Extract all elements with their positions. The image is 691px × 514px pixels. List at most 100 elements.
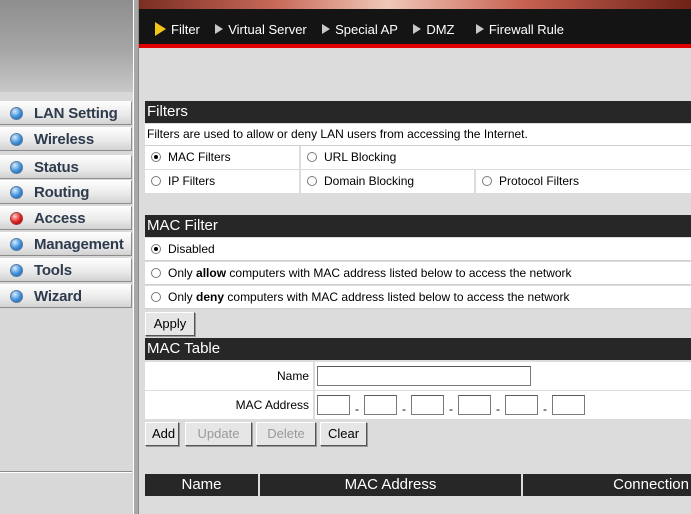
- mac-octet-2-input[interactable]: [364, 395, 397, 415]
- allow-label-suffix: computers with MAC address listed below …: [229, 266, 572, 280]
- domain-blocking-radio[interactable]: [307, 176, 317, 186]
- mac-octet-3-input[interactable]: [411, 395, 444, 415]
- blue-orb-icon: [10, 264, 23, 277]
- mac-filter-section-title: MAC Filter: [145, 215, 691, 237]
- triangle-right-icon: [322, 24, 331, 34]
- sidebar-item-label: Wizard: [34, 288, 82, 305]
- blue-orb-icon: [10, 186, 23, 199]
- allow-radio[interactable]: [151, 268, 161, 278]
- sidebar-header-shade: [0, 0, 139, 92]
- mac-filters-radio[interactable]: [151, 152, 161, 162]
- top-nav-bar: Filter Virtual Server Special AP DMZ Fir…: [139, 0, 691, 48]
- protocol-filters-radio[interactable]: [482, 176, 492, 186]
- deny-label-prefix: Only: [168, 290, 193, 304]
- apply-button[interactable]: Apply: [145, 312, 195, 336]
- mac-octet-4-input[interactable]: [458, 395, 491, 415]
- clear-button[interactable]: Clear: [320, 422, 367, 446]
- sidebar: LAN Setting Wireless Status Routing Acce…: [0, 0, 139, 514]
- mac-address-label: MAC Address: [145, 391, 313, 419]
- triangle-right-icon: [413, 24, 422, 34]
- mac-separator: -: [449, 402, 453, 416]
- protocol-filters-label: Protocol Filters: [499, 174, 580, 188]
- add-button[interactable]: Add: [145, 422, 179, 446]
- url-blocking-label: URL Blocking: [324, 150, 397, 164]
- mac-address-cell: - - - - -: [313, 391, 691, 419]
- mac-separator: -: [355, 402, 359, 416]
- sidebar-item-label: Wireless: [34, 131, 94, 148]
- sidebar-item-label: Access: [34, 210, 86, 227]
- sidebar-item-lan-setting[interactable]: LAN Setting: [0, 101, 132, 125]
- url-blocking-option[interactable]: URL Blocking: [299, 146, 691, 169]
- sidebar-item-label: Routing: [34, 184, 90, 201]
- blue-orb-icon: [10, 107, 23, 120]
- tab-label: Firewall Rule: [488, 22, 564, 37]
- sidebar-item-label: Tools: [34, 262, 72, 279]
- tab-special-ap[interactable]: Special AP: [322, 22, 398, 37]
- filters-description: Filters are used to allow or deny LAN us…: [145, 124, 691, 146]
- mac-filter-allow-option[interactable]: Only allow computers with MAC address li…: [145, 262, 691, 285]
- mac-filter-deny-option[interactable]: Only deny computers with MAC address lis…: [145, 286, 691, 309]
- name-field-cell: [313, 362, 691, 390]
- domain-blocking-option[interactable]: Domain Blocking: [299, 170, 474, 193]
- sidebar-item-label: Management: [34, 236, 124, 253]
- mac-separator: -: [543, 402, 547, 416]
- tab-label: Special AP: [335, 22, 398, 37]
- disabled-radio[interactable]: [151, 244, 161, 254]
- column-header-connection: Connection: [521, 474, 691, 496]
- protocol-filters-option[interactable]: Protocol Filters: [474, 170, 691, 193]
- tab-label: Filter: [171, 22, 200, 37]
- column-header-mac-address: MAC Address: [258, 474, 521, 496]
- mac-filters-option[interactable]: MAC Filters: [145, 146, 299, 169]
- sidebar-item-management[interactable]: Management: [0, 232, 132, 256]
- url-blocking-radio[interactable]: [307, 152, 317, 162]
- mac-octet-1-input[interactable]: [317, 395, 350, 415]
- deny-label-suffix: computers with MAC address listed below …: [227, 290, 570, 304]
- mac-separator: -: [496, 402, 500, 416]
- ip-filters-label: IP Filters: [168, 174, 216, 188]
- blue-orb-icon: [10, 133, 23, 146]
- sidebar-item-tools[interactable]: Tools: [0, 258, 132, 282]
- mac-octet-6-input[interactable]: [552, 395, 585, 415]
- header-banner-strip: [139, 0, 691, 9]
- top-tabs: Filter Virtual Server Special AP DMZ Fir…: [155, 22, 576, 40]
- mac-table-address-row: MAC Address - - - - -: [145, 391, 691, 419]
- filters-row-1: MAC Filters URL Blocking: [145, 146, 691, 169]
- domain-blocking-label: Domain Blocking: [324, 174, 415, 188]
- allow-label-prefix: Only: [168, 266, 193, 280]
- mac-octet-5-input[interactable]: [505, 395, 538, 415]
- sidebar-item-label: LAN Setting: [34, 105, 118, 122]
- name-field-label: Name: [145, 362, 313, 390]
- blue-orb-icon: [10, 161, 23, 174]
- mac-separator: -: [402, 402, 406, 416]
- disabled-label: Disabled: [168, 242, 215, 256]
- sidebar-item-wireless[interactable]: Wireless: [0, 127, 132, 151]
- tab-filter[interactable]: Filter: [155, 22, 200, 37]
- ip-filters-option[interactable]: IP Filters: [145, 170, 299, 193]
- sidebar-item-status[interactable]: Status: [0, 155, 132, 179]
- sidebar-item-access[interactable]: Access: [0, 206, 132, 230]
- triangle-right-icon: [475, 24, 484, 34]
- tab-virtual-server[interactable]: Virtual Server: [215, 22, 307, 37]
- allow-keyword: allow: [196, 266, 227, 280]
- mac-table-section-title: MAC Table: [145, 338, 691, 360]
- sidebar-item-label: Status: [34, 159, 79, 176]
- mac-filter-disabled-option[interactable]: Disabled: [145, 238, 691, 261]
- tab-dmz[interactable]: DMZ: [413, 22, 454, 37]
- mac-table-name-row: Name: [145, 362, 691, 390]
- column-header-name: Name: [181, 476, 222, 493]
- filters-section-title: Filters: [145, 101, 691, 123]
- tab-label: Virtual Server: [228, 22, 307, 37]
- deny-radio[interactable]: [151, 292, 161, 302]
- sidebar-divider: [133, 0, 139, 514]
- ip-filters-radio[interactable]: [151, 176, 161, 186]
- tab-firewall-rule[interactable]: Firewall Rule: [475, 22, 564, 37]
- sidebar-item-routing[interactable]: Routing: [0, 180, 132, 204]
- red-orb-icon: [10, 212, 23, 225]
- update-button[interactable]: Update: [185, 422, 252, 446]
- blue-orb-icon: [10, 238, 23, 251]
- mac-list-header: Name MAC Address Connection: [145, 474, 691, 496]
- deny-keyword: deny: [196, 290, 225, 304]
- delete-button[interactable]: Delete: [256, 422, 316, 446]
- sidebar-item-wizard[interactable]: Wizard: [0, 284, 132, 308]
- name-input[interactable]: [317, 366, 531, 386]
